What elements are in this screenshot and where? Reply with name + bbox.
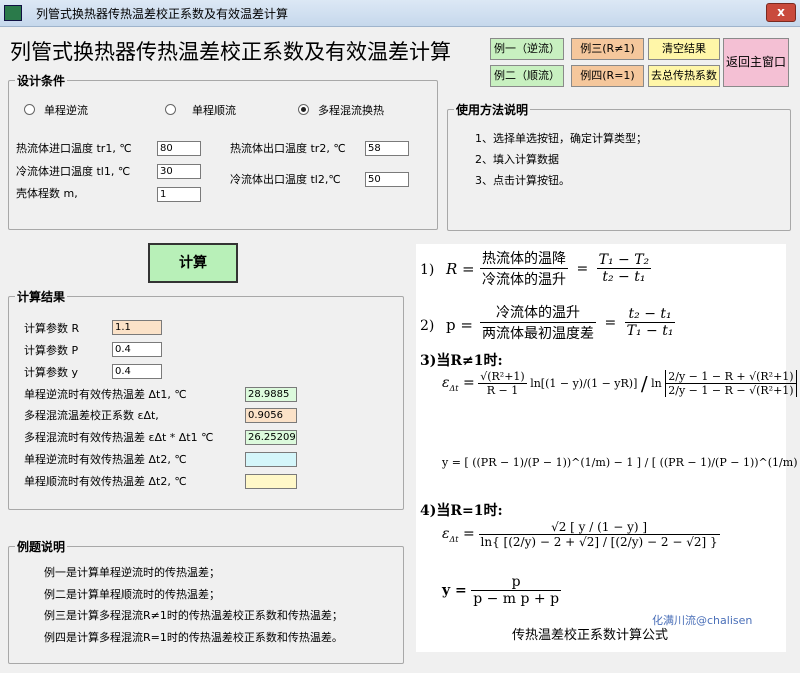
y4-denominator: p − m p + p: [473, 591, 560, 607]
case3-heading: 3)当R≠1时:: [420, 353, 503, 369]
app-icon: [4, 5, 22, 21]
radio-label-parallel: 单程顺流: [192, 104, 236, 117]
formula-p-fraction: 冷流体的温升 两流体最初温度差 = t₂ − t₁ T₁ − t₁: [480, 302, 676, 343]
formula-p-numerator-symbolic: t₂ − t₁: [624, 306, 676, 323]
result-label-y: 计算参数 y: [24, 366, 79, 379]
formula-r-numerator-symbolic: T₁ − T₂: [596, 252, 652, 269]
radio-single-parallel[interactable]: [165, 104, 176, 115]
window-title: 列管式换热器传热温差校正系数及有效温差计算: [36, 7, 289, 21]
formula-caption: 传热温差校正系数计算公式: [512, 628, 669, 643]
formula-r-numerator: 热流体的温降: [480, 248, 568, 269]
tr1-label: 热流体进口温度 tr1, ℃: [16, 142, 132, 155]
calculate-button[interactable]: 计算: [148, 243, 238, 283]
back-main-window-button[interactable]: 返回主窗口: [723, 38, 789, 87]
result-label-dt2-parallel: 单程顺流时有效传热温差 Δt2, ℃: [24, 475, 187, 488]
formula-p-denominator-symbolic: T₁ − t₁: [626, 323, 674, 339]
usage-title: 使用方法说明: [454, 101, 531, 118]
result-label-p: 计算参数 P: [24, 344, 79, 357]
formula-1-number: 1): [420, 262, 435, 278]
usage-step: 1、选择单选按钮，确定计算类型；: [475, 132, 647, 145]
epsilon-r-1-formula: εΔt = √2 [ y / (1 − y) ] ln{ [(2/y) − 2 +…: [442, 520, 720, 549]
formula-panel: 1) R = 热流体的温降 冷流体的温升 = T₁ − T₂ t₂ − t₁ 2) …: [416, 244, 800, 652]
formula-r-denominator-symbolic: t₂ − t₁: [602, 269, 646, 285]
result-correction-field[interactable]: 0.9056: [245, 408, 297, 423]
formula-p-denominator: 两流体最初温度差: [482, 326, 594, 342]
result-dt2-parallel-field[interactable]: [245, 474, 297, 489]
y-formula-r-1: y = pp − m p + p: [442, 574, 562, 607]
eps3-log-numerator: 2/y − 1 − R + √(R²+1): [666, 370, 796, 384]
radio-label-mixed: 多程混流换热: [318, 104, 384, 117]
total-heat-coefficient-button[interactable]: 去总传热系数: [648, 65, 720, 87]
tl1-input[interactable]: 30: [157, 164, 201, 179]
tl2-label: 冷流体出口温度 tl2,℃: [230, 173, 341, 186]
tl1-label: 冷流体进口温度 tl1, ℃: [16, 165, 131, 178]
shell-passes-input[interactable]: 1: [157, 187, 201, 202]
clear-results-button[interactable]: 清空结果: [648, 38, 720, 60]
eps3-numerator: √(R²+1): [478, 370, 527, 384]
radio-label-counterflow: 单程逆流: [44, 104, 88, 117]
page-title: 列管式换热器传热温差校正系数及有效温差计算: [10, 40, 451, 64]
result-y-field[interactable]: 0.4: [112, 364, 162, 379]
tr2-input[interactable]: 58: [365, 141, 409, 156]
result-p-field[interactable]: 0.4: [112, 342, 162, 357]
y4-numerator: p: [471, 574, 562, 591]
example3-button[interactable]: 例三(R≠1): [571, 38, 644, 60]
example-line: 例四是计算多程混流R=1时的传热温差校正系数和传热温差。: [44, 631, 343, 644]
eps3-log-denominator: 2/y − 1 − R − √(R²+1): [668, 384, 794, 397]
title-bar: 列管式换热器传热温差校正系数及有效温差计算 x: [0, 0, 800, 27]
tr1-input[interactable]: 80: [157, 141, 201, 156]
results-title: 计算结果: [15, 288, 68, 305]
eps3-ln-term: ln[(1 − y)/(1 − yR)]: [530, 377, 638, 390]
examples-title: 例题说明: [15, 538, 68, 555]
result-label-correction: 多程混流温差校正系数 εΔt,: [24, 409, 159, 422]
tl2-input[interactable]: 50: [365, 172, 409, 187]
result-label-dt2-counter: 单程逆流时有效传热温差 Δt2, ℃: [24, 453, 187, 466]
result-r-field[interactable]: 1.1: [112, 320, 162, 335]
result-label-r: 计算参数 R: [24, 322, 80, 335]
example2-button[interactable]: 例二（顺流）: [490, 65, 564, 87]
example4-button[interactable]: 例四(R=1): [571, 65, 644, 87]
design-conditions-title: 设计条件: [15, 72, 68, 89]
radio-single-counterflow[interactable]: [24, 104, 35, 115]
result-dt2-counter-field[interactable]: [245, 452, 297, 467]
y-formula-r-not-1: y = [ ((PR − 1)/(P − 1))^(1/m) − 1 ] / […: [442, 456, 800, 469]
eps4-numerator: √2 [ y / (1 − y) ]: [478, 520, 720, 535]
formula-r-label: R =: [446, 260, 475, 278]
case4-heading: 4)当R=1时:: [420, 503, 503, 519]
shell-passes-label: 壳体程数 m,: [16, 187, 78, 200]
formula-r-denominator: 冷流体的温升: [482, 272, 566, 288]
usage-step: 3、点击计算按钮。: [475, 174, 570, 187]
example-line: 例三是计算多程混流R≠1时的传热温差校正系数和传热温差；: [44, 609, 343, 622]
result-label-dt1: 单程逆流时有效传热温差 Δt1, ℃: [24, 388, 187, 401]
result-dt1-field[interactable]: 28.9885: [245, 387, 297, 402]
formula-2-number: 2): [420, 318, 435, 334]
radio-multipass-mixed[interactable]: [298, 104, 309, 115]
tr2-label: 热流体出口温度 tr2, ℃: [230, 142, 346, 155]
usage-group: 使用方法说明: [447, 101, 791, 231]
example1-button[interactable]: 例一（逆流）: [490, 38, 564, 60]
close-button[interactable]: x: [766, 3, 796, 22]
formula-p-numerator: 冷流体的温升: [480, 302, 596, 323]
usage-step: 2、填入计算数据: [475, 153, 559, 166]
example-line: 例一是计算单程逆流时的传热温差；: [44, 566, 220, 579]
eps4-denominator: ln{ [(2/y) − 2 + √2] / [(2/y) − 2 − √2] …: [480, 535, 718, 549]
example-line: 例二是计算单程顺流时的传热温差；: [44, 588, 220, 601]
formula-p-label: p =: [446, 316, 473, 334]
eps3-denominator: R − 1: [486, 384, 519, 397]
result-effective-field[interactable]: 26.25209: [245, 430, 297, 445]
epsilon-r-not-1-formula: εΔt = √(R²+1) R − 1 ln[(1 − y)/(1 − yR)] …: [442, 370, 797, 397]
formula-r-fraction: 热流体的温降 冷流体的温升 = T₁ − T₂ t₂ − t₁: [480, 248, 652, 289]
result-label-effective: 多程混流时有效传热温差 εΔt * Δt1 ℃: [24, 431, 214, 444]
